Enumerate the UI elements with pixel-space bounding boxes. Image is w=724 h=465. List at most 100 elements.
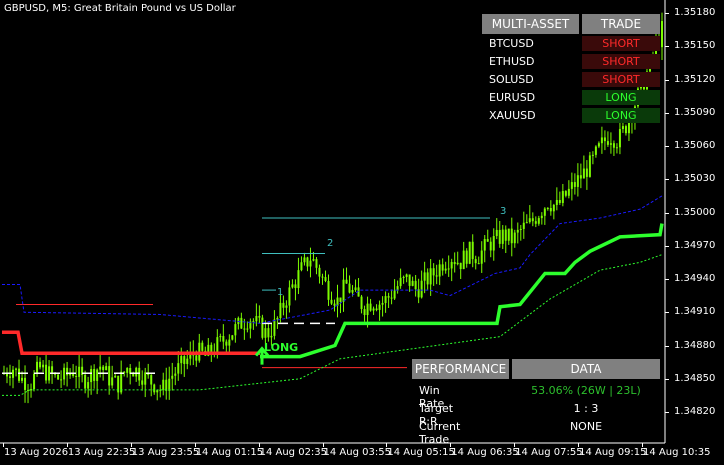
candle-body [216,337,219,354]
candle-body [63,367,66,380]
bear-trail [2,330,260,356]
price-tick-label: 1.34850 [674,372,716,384]
candle-body [534,221,537,224]
price-tick-label: 1.34880 [674,339,716,351]
price-tick-label: 1.35030 [674,173,716,185]
asset-signal: SHORT [582,36,660,51]
performance-header: PERFORMANCE [412,359,509,379]
candle-body [327,280,330,300]
candle-body [24,377,27,390]
price-tick [665,146,669,147]
candle-body [33,373,36,390]
candle-body [561,191,564,203]
candle-body [99,366,102,370]
price-tick-label: 1.34970 [674,239,716,251]
candle-body [39,361,42,368]
price-tick [665,13,669,14]
candle-body [372,308,375,311]
candle-body [261,317,264,338]
candle-body [279,302,282,318]
candle-body [111,377,114,386]
candle-body [618,129,621,148]
time-tick-label: 14 Aug 09:15 [579,447,647,458]
candle-body [555,200,558,205]
candle-body [132,373,135,377]
candle-body [318,267,321,277]
candle-body [375,308,378,310]
candle-body [57,374,60,380]
asset-signal: LONG [582,108,660,123]
candle-body [264,328,267,338]
candle-body [324,277,327,281]
candle-body [495,229,498,237]
candle-body [393,290,396,299]
candle-body [54,373,57,375]
candle-body [603,137,606,142]
asset-signal: SHORT [582,72,660,87]
candle-body [339,297,342,302]
candle-body [312,259,315,261]
candle-body [183,356,186,365]
candle-body [351,289,354,293]
trade-header: TRADE [582,14,660,34]
price-tick [665,46,669,48]
candle-body [270,335,273,338]
candle-body [546,208,549,210]
candle-body [300,262,303,271]
candle-body [48,366,51,381]
candle-body [582,168,585,179]
price-tick [665,212,669,214]
candle-body [294,284,297,289]
perf-value: 1 : 3 [573,402,599,415]
candle-body [87,382,90,389]
candle-body [72,373,75,376]
candle-body [342,279,345,302]
candle-body [528,218,531,223]
asset-symbol: BTCUSD [489,37,534,50]
candle-body [477,263,480,265]
price-tick [665,312,669,314]
candle-body [243,328,246,330]
candle-body [42,364,45,368]
candle-body [585,168,588,177]
price-tick [665,345,669,347]
candle-body [330,299,333,304]
candle-body [549,208,552,212]
candle-body [537,218,540,224]
long-signal-label: LONG [264,341,299,354]
candle-body [156,390,159,393]
candle-body [444,268,447,271]
candle-body [255,316,258,322]
candle-body [522,222,525,229]
price-tick-label: 1.35060 [674,140,716,151]
candle-body [594,146,597,155]
price-tick-label: 1.34820 [674,406,716,417]
candle-body [615,147,618,149]
price-tick [665,378,669,380]
candle-body [18,368,21,381]
candle-body [297,270,300,289]
price-tick-label: 1.35150 [674,40,716,52]
candle-body [273,319,276,336]
candle-body [258,316,261,318]
candle-body [480,250,483,264]
candle-body [531,218,534,222]
candle-body [438,264,441,277]
candle-body [144,372,147,385]
candle-body [345,279,348,284]
asset-signal: LONG [582,90,660,105]
candle-body [483,239,486,251]
candle-body [552,204,555,212]
price-tick-label: 1.34910 [674,306,716,318]
candle-body [246,328,249,330]
candle-body [378,304,381,310]
candle-body [501,229,504,244]
candle-body [411,280,414,286]
asset-signal: SHORT [582,54,660,69]
candle-body [369,303,372,311]
candle-body [426,272,429,285]
candle-body [303,257,306,263]
candle-body [408,274,411,286]
candle-body [153,384,156,393]
candle-body [180,356,183,364]
